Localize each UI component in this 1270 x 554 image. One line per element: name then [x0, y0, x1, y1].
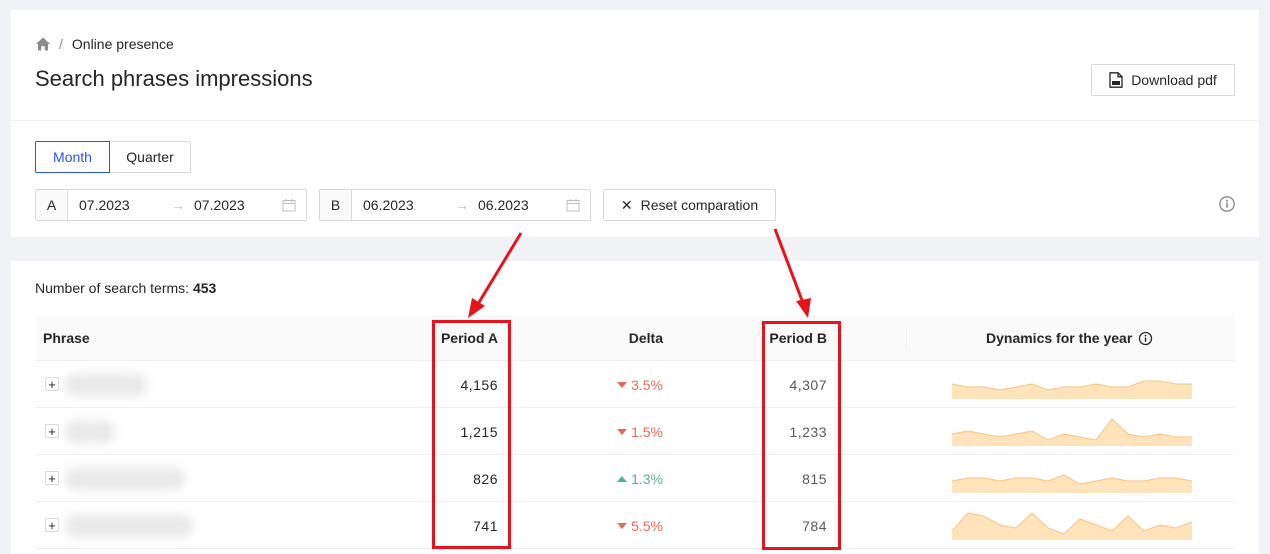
download-pdf-label: Download pdf	[1131, 72, 1217, 88]
period-b-value: 1,233	[789, 424, 827, 440]
sparkline-area	[952, 381, 1192, 399]
caret-up-icon	[617, 476, 628, 482]
phrase-text-redacted	[65, 421, 115, 443]
table-row[interactable]: + 4,156 3.5% 4,307	[35, 361, 1235, 408]
arrow-right-icon: →	[455, 197, 469, 213]
reset-comparison-label: Reset comparation	[640, 197, 759, 213]
period-quarter-option[interactable]: Quarter	[109, 141, 191, 173]
column-header-period-b[interactable]: Period B	[769, 330, 827, 346]
yearly-dynamics-sparkline	[952, 474, 1192, 493]
reset-comparison-button[interactable]: ✕ Reset comparation	[603, 189, 776, 221]
table-row[interactable]: + 826 1.3% 815	[35, 455, 1235, 502]
period-b-value: 784	[802, 518, 827, 534]
delta-percent: 3.5%	[631, 377, 663, 393]
table-row[interactable]: + 1,215 1.5% 1,233	[35, 408, 1235, 455]
phrase-text-redacted	[65, 515, 193, 537]
expand-row-button[interactable]: +	[45, 424, 59, 438]
period-b-start-input[interactable]: 06.2023	[363, 197, 414, 213]
home-icon[interactable]	[35, 36, 51, 52]
period-a-value: 826	[473, 471, 498, 487]
info-icon[interactable]	[1218, 195, 1236, 213]
caret-down-icon	[617, 429, 628, 435]
info-icon[interactable]	[1138, 331, 1153, 346]
period-a-value: 741	[473, 518, 498, 534]
breadcrumb: / Online presence	[35, 36, 174, 52]
period-b-field[interactable]: 06.2023 → 06.2023	[352, 190, 590, 220]
period-b-end-input[interactable]: 06.2023	[478, 197, 529, 213]
dynamics-label: Dynamics for the year	[986, 330, 1133, 346]
period-a-addon: A	[36, 190, 68, 220]
delta-value: 1.5%	[617, 424, 663, 440]
download-pdf-button[interactable]: Download pdf	[1091, 64, 1235, 96]
delta-value: 1.3%	[617, 471, 663, 487]
close-icon: ✕	[620, 196, 633, 213]
yearly-dynamics-sparkline	[952, 418, 1192, 446]
breadcrumb-separator: /	[59, 36, 63, 52]
period-b-value: 4,307	[789, 377, 827, 393]
column-header-period-a[interactable]: Period A	[441, 330, 498, 346]
search-terms-value: 453	[192, 280, 217, 296]
phrase-text-redacted	[65, 374, 147, 396]
period-a-end-input[interactable]: 07.2023	[194, 197, 245, 213]
delta-value: 5.5%	[617, 518, 663, 534]
sparkline-area	[952, 419, 1192, 446]
file-pdf-icon	[1109, 72, 1123, 88]
header-divider	[11, 120, 1259, 121]
column-header-phrase[interactable]: Phrase	[43, 330, 90, 346]
period-a-value: 1,215	[460, 424, 498, 440]
arrow-right-icon: →	[171, 197, 185, 213]
period-b-range-picker[interactable]: B 06.2023 → 06.2023	[319, 189, 591, 221]
expand-row-button[interactable]: +	[45, 377, 59, 391]
search-terms-label: Number of search terms:	[35, 280, 190, 296]
sparkline-area	[952, 475, 1192, 493]
search-terms-count: Number of search terms: 453	[35, 280, 216, 296]
page-title: Search phrases impressions	[35, 66, 313, 91]
period-a-value: 4,156	[460, 377, 498, 393]
caret-down-icon	[617, 523, 628, 529]
delta-percent: 1.3%	[631, 471, 663, 487]
table-row[interactable]: + 741 5.5% 784	[35, 502, 1235, 549]
column-header-dynamics: Dynamics for the year	[986, 330, 1153, 346]
period-a-range-picker[interactable]: A 07.2023 → 07.2023	[35, 189, 307, 221]
yearly-dynamics-sparkline	[952, 380, 1192, 399]
expand-row-button[interactable]: +	[45, 471, 59, 485]
expand-row-button[interactable]: +	[45, 518, 59, 532]
period-a-start-input[interactable]: 07.2023	[79, 197, 130, 213]
header-card: / Online presence Search phrases impress…	[11, 10, 1259, 237]
phrase-text-redacted	[65, 468, 185, 490]
results-card: Number of search terms: 453 Phrase Perio…	[11, 261, 1259, 554]
table-header: Phrase Period A Delta Period B Dynamics …	[35, 315, 1235, 361]
column-header-delta[interactable]: Delta	[629, 330, 663, 346]
phrases-table: Phrase Period A Delta Period B Dynamics …	[35, 315, 1235, 549]
period-b-value: 815	[802, 471, 827, 487]
calendar-icon[interactable]	[566, 198, 580, 212]
delta-percent: 1.5%	[631, 424, 663, 440]
breadcrumb-current: Online presence	[71, 36, 174, 52]
calendar-icon[interactable]	[282, 198, 296, 212]
period-month-option[interactable]: Month	[35, 141, 110, 173]
column-divider	[906, 327, 907, 349]
yearly-dynamics-sparkline	[952, 512, 1192, 540]
period-b-addon: B	[320, 190, 352, 220]
caret-down-icon	[617, 382, 628, 388]
delta-percent: 5.5%	[631, 518, 663, 534]
period-a-field[interactable]: 07.2023 → 07.2023	[68, 190, 306, 220]
delta-value: 3.5%	[617, 377, 663, 393]
